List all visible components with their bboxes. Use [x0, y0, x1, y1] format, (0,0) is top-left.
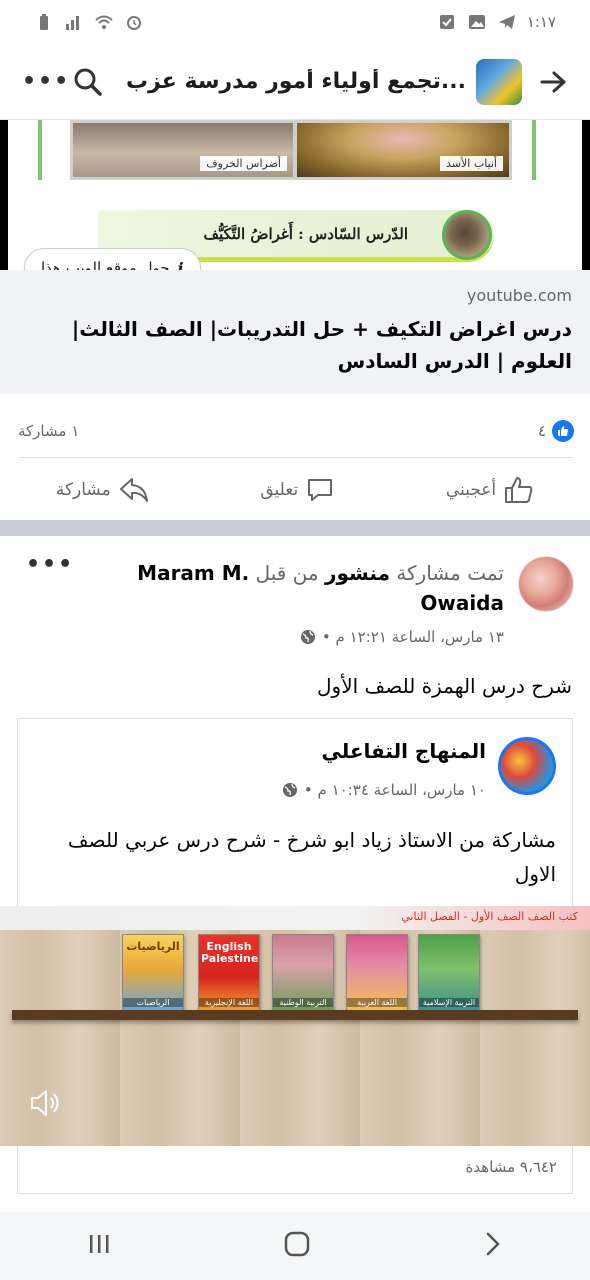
globe-icon	[300, 630, 315, 644]
book-label: اللغة الإنجليزية	[199, 998, 259, 1007]
link-domain: youtube.com	[466, 286, 572, 305]
video-header-strip: كتب الصف الصف الأول - الفصل الثاني	[0, 906, 590, 930]
share-button[interactable]: مشاركة	[56, 477, 149, 503]
book-label: التربية الوطنية	[273, 998, 333, 1007]
shared-by: من قبل	[255, 561, 319, 585]
wifi-icon	[94, 12, 114, 32]
search-icon[interactable]	[58, 67, 118, 97]
shared-post-header: ••• تمت مشاركة منشور من قبل Maram M. Owa…	[18, 548, 574, 648]
group-avatar[interactable]	[476, 58, 522, 105]
comment-icon	[308, 479, 333, 501]
top-header: ••• تجمع أولياء أمور مدرسة عزب...	[0, 44, 590, 120]
shares-count[interactable]: ١ مشاركة	[18, 422, 79, 440]
page-name[interactable]: المنهاج التفاعلي	[321, 739, 486, 763]
feed-divider	[0, 520, 590, 536]
comment-label: تعليق	[260, 480, 299, 500]
checkbox-notification-icon	[437, 12, 457, 32]
post-actions: مشاركة تعليق أعجبني	[0, 460, 590, 520]
back-icon[interactable]	[483, 1231, 503, 1261]
book-math: الرياضيات الرياضيات	[122, 934, 184, 1012]
status-left-icons	[34, 12, 144, 32]
shared-prefix: تمت مشاركة	[396, 561, 504, 585]
slide-border-right	[532, 120, 536, 180]
alarm-icon	[124, 12, 144, 32]
author-avatar[interactable]	[518, 556, 574, 612]
book-label: الرياضيات	[123, 998, 183, 1007]
status-right-icons: ١:١٧	[437, 12, 556, 32]
like-reaction-icon	[552, 419, 574, 442]
share-arrow-icon	[119, 478, 148, 502]
comment-button[interactable]: تعليق	[260, 477, 334, 503]
telegram-icon	[497, 12, 517, 32]
post-more-icon[interactable]: •••	[26, 552, 74, 577]
lesson-banner-text: الدّرس السّادس : أَغراضُ التَّكَيُّف	[203, 224, 408, 243]
page-avatar[interactable]	[498, 737, 556, 795]
bookshelf	[12, 1010, 578, 1020]
sheep-teeth-photo: أضراس الخروف	[70, 120, 296, 180]
recent-apps-icon[interactable]	[87, 1232, 111, 1260]
thumbs-up-icon	[505, 477, 533, 503]
battery-icon	[34, 12, 54, 32]
lion-teeth-photo: أنياب الأسد	[294, 120, 512, 180]
sheep-badge-image	[442, 210, 492, 260]
video-header-text: كتب الصف الصف الأول - الفصل الثاني	[401, 910, 578, 923]
book-english: English Palestine اللغة الإنجليزية	[198, 934, 260, 1012]
link-title: درس اغراض التكيف + حل التدريبات| الصف ال…	[71, 317, 572, 373]
signal-icon	[64, 12, 84, 32]
system-nav-bar	[0, 1212, 590, 1280]
image-notification-icon	[467, 12, 487, 32]
reactions-summary: ١ مشاركة ٤	[18, 404, 574, 458]
status-bar: ١:١٧	[0, 0, 590, 44]
likes-count: ٤	[537, 421, 546, 440]
book-national: التربية الوطنية	[272, 934, 334, 1012]
book-title: English Palestine	[201, 940, 259, 965]
shared-post-meta: ١٠ مارس، الساعة ١٠:٣٤ م •	[282, 781, 486, 799]
book-label: اللغة العربية	[347, 998, 407, 1007]
back-arrow-icon[interactable]	[538, 71, 568, 93]
group-title[interactable]: تجمع أولياء أمور مدرسة عزب...	[118, 69, 476, 94]
views-count: ٩،٦٤٢ مشاهدة	[465, 1158, 557, 1176]
shared-post-timestamp[interactable]: ١٠ مارس، الساعة ١٠:٣٤ م •	[304, 781, 486, 799]
book-label: التربية الإسلامية	[419, 998, 479, 1007]
post-timestamp[interactable]: ١٣ مارس، الساعة ١٢:٢١ م •	[322, 628, 504, 646]
like-label: أعجبني	[445, 480, 497, 500]
slide-border-left	[38, 120, 42, 180]
book-arabic: اللغة العربية	[346, 934, 408, 1012]
home-icon[interactable]	[284, 1231, 310, 1261]
post-link[interactable]: منشور	[325, 561, 390, 585]
lion-teeth-caption: أنياب الأسد	[440, 156, 503, 171]
video-player[interactable]: كتب الصف الصف الأول - الفصل الثاني الريا…	[0, 906, 590, 1146]
like-button[interactable]: أعجبني	[446, 476, 534, 504]
status-time: ١:١٧	[526, 13, 556, 31]
sound-muted-icon[interactable]	[30, 1088, 62, 1122]
likes-summary[interactable]: ٤	[537, 419, 574, 442]
link-meta[interactable]: youtube.com درس اغراض التكيف + حل التدري…	[0, 270, 590, 394]
shared-post-text: مشاركة من الاستاذ زياد ابو شرخ - شرح درس…	[67, 828, 556, 886]
post-text: شرح درس الهمزة للصف الأول	[317, 674, 572, 698]
more-options-icon[interactable]: •••	[22, 69, 68, 94]
shared-by-line: تمت مشاركة منشور من قبل Maram M. Owaida	[84, 558, 504, 618]
book-title: الرياضيات	[126, 940, 180, 953]
share-label: مشاركة	[55, 480, 111, 500]
sheep-teeth-caption: أضراس الخروف	[200, 156, 287, 171]
globe-icon	[282, 783, 297, 797]
post-meta: ١٣ مارس، الساعة ١٢:٢١ م •	[300, 628, 504, 646]
book-islamic: التربية الإسلامية	[418, 934, 480, 1012]
